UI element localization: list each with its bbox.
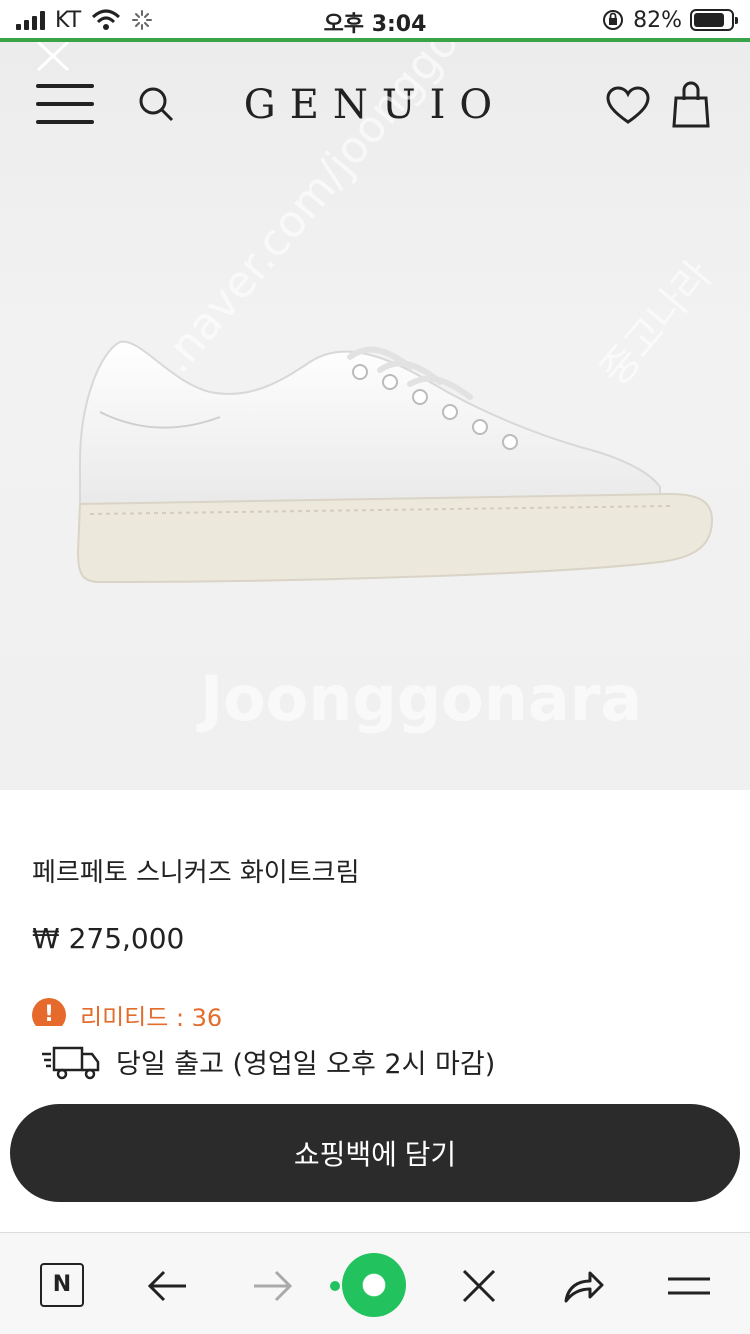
product-name: 페르페토 스니커즈 화이트크림 bbox=[32, 858, 360, 888]
search-icon[interactable] bbox=[136, 84, 176, 124]
close-icon[interactable] bbox=[456, 1263, 502, 1309]
browser-toolbar: N bbox=[0, 1232, 750, 1334]
shipping-label: 당일 출고 (영업일 오후 2시 마감) bbox=[116, 1049, 496, 1080]
naver-home-icon[interactable]: N bbox=[40, 1263, 84, 1307]
back-arrow-icon[interactable] bbox=[144, 1263, 190, 1309]
delivery-truck-icon bbox=[42, 1046, 100, 1079]
shopping-bag-icon[interactable] bbox=[670, 80, 712, 128]
product-price: ₩ 275,000 bbox=[32, 922, 185, 955]
status-right: 82% bbox=[601, 6, 738, 34]
limited-label: 리미티드 : 36 bbox=[80, 1004, 223, 1026]
shipping-info: 당일 출고 (영업일 오후 2시 마감) bbox=[40, 1042, 495, 1081]
green-dot-icon[interactable] bbox=[330, 1253, 406, 1317]
watermark-brand: Joonggonara bbox=[200, 662, 643, 735]
menu-icon[interactable] bbox=[666, 1263, 712, 1309]
orientation-lock-icon bbox=[603, 10, 624, 30]
share-icon[interactable] bbox=[560, 1263, 606, 1309]
sneaker-image bbox=[76, 340, 714, 584]
warning-icon: ! bbox=[32, 998, 66, 1026]
add-to-bag-button[interactable]: 쇼핑백에 담기 bbox=[10, 1104, 740, 1202]
status-bar: KT 오후 3:04 82% bbox=[0, 0, 750, 40]
battery-percent: 82% bbox=[633, 7, 682, 33]
limited-notice: ! 리미티드 : 36 bbox=[32, 998, 222, 1026]
heart-icon[interactable] bbox=[606, 86, 650, 126]
battery-icon bbox=[690, 9, 738, 31]
hamburger-menu-icon[interactable] bbox=[36, 82, 94, 126]
close-icon[interactable] bbox=[34, 42, 74, 82]
product-hero: GENUIO cafe.naver.com/joonggonara 중고나라 J… bbox=[0, 42, 750, 790]
forward-arrow-icon[interactable] bbox=[250, 1263, 296, 1309]
